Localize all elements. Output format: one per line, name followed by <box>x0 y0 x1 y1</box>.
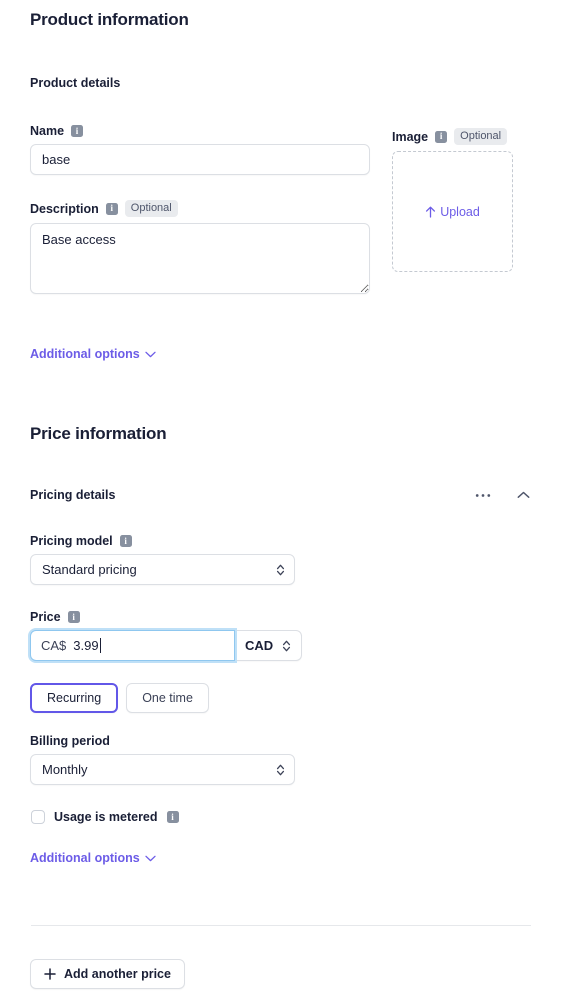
description-label: Description <box>30 201 99 216</box>
image-label-row: Image i Optional <box>392 128 513 146</box>
info-icon[interactable]: i <box>435 130 448 143</box>
image-label: Image <box>392 129 429 144</box>
price-information-heading: Price information <box>30 424 167 444</box>
billing-period-label: Billing period <box>30 734 110 748</box>
upload-label-text: Upload <box>440 204 480 219</box>
billing-period-field-group: Billing period Monthly <box>30 734 295 785</box>
product-additional-options[interactable]: Additional options <box>30 345 156 363</box>
info-icon[interactable]: i <box>105 202 118 215</box>
product-additional-options-label: Additional options <box>30 347 140 361</box>
info-icon[interactable]: i <box>119 535 132 547</box>
optional-badge: Optional <box>124 200 178 218</box>
usage-metered-row: Usage is metered i <box>31 810 179 824</box>
product-price-form: Product information Product details Name… <box>0 0 562 998</box>
more-options-button[interactable] <box>473 491 493 500</box>
usage-metered-label: Usage is metered <box>54 810 158 824</box>
image-field-group: Image i Optional Upload <box>392 128 513 273</box>
info-icon[interactable]: i <box>67 611 80 623</box>
price-field-group: Price i CA$ 3.99 CAD <box>30 610 303 661</box>
pricing-model-select-wrap: Standard pricing <box>30 554 295 585</box>
text-caret <box>99 638 101 653</box>
description-textarea[interactable] <box>30 223 370 295</box>
billing-period-select[interactable]: Monthly <box>30 754 295 785</box>
currency-value: CAD <box>245 638 274 653</box>
image-upload-dropzone[interactable]: Upload <box>392 151 513 273</box>
billing-type-onetime-button[interactable]: One time <box>126 683 209 713</box>
add-another-price-button[interactable]: Add another price <box>30 959 185 989</box>
pricing-details-header: Pricing details <box>30 488 532 502</box>
billing-type-recurring-button[interactable]: Recurring <box>30 683 119 713</box>
chevron-down-icon <box>145 855 156 861</box>
name-label: Name <box>30 124 65 138</box>
optional-badge: Optional <box>454 128 508 146</box>
name-label-row: Name i <box>30 124 370 138</box>
chevron-up-icon <box>517 491 530 498</box>
price-input-row: CA$ 3.99 CAD <box>30 630 303 661</box>
pricing-model-value: Standard pricing <box>42 562 137 577</box>
product-details-subheading: Product details <box>30 76 120 90</box>
description-field-group: Description i Optional <box>30 200 370 295</box>
product-information-heading: Product information <box>30 10 189 30</box>
pricing-model-label-row: Pricing model i <box>30 534 295 548</box>
description-label-row: Description i Optional <box>30 200 370 218</box>
add-another-price-label: Add another price <box>64 967 171 981</box>
pricing-model-field-group: Pricing model i Standard pricing <box>30 534 295 585</box>
price-additional-options[interactable]: Additional options <box>30 849 156 867</box>
billing-period-label-row: Billing period <box>30 734 295 748</box>
price-currency-prefix: CA$ <box>41 638 67 653</box>
product-details-label: Product details <box>30 76 121 90</box>
price-information-title: Price information <box>30 424 167 443</box>
currency-select[interactable]: CAD <box>235 630 303 661</box>
chevron-down-icon <box>145 351 156 357</box>
billing-type-toggle-group: Recurring One time <box>30 683 209 713</box>
billing-period-select-wrap: Monthly <box>30 754 295 785</box>
price-input[interactable]: CA$ 3.99 <box>30 630 235 661</box>
add-price-row: Add another price <box>30 959 185 989</box>
price-value: 3.99 <box>73 638 99 653</box>
name-input[interactable] <box>30 144 370 175</box>
name-field-group: Name i <box>30 124 370 175</box>
ellipsis-icon <box>475 493 491 497</box>
upload-arrow-icon <box>426 206 436 218</box>
pricing-details-label: Pricing details <box>30 488 116 502</box>
collapse-section-button[interactable] <box>515 489 532 501</box>
price-label-row: Price i <box>30 610 302 624</box>
chevron-updown-icon <box>283 640 291 651</box>
usage-metered-checkbox-row: Usage is metered i <box>31 810 179 824</box>
billing-type-options: Recurring One time <box>30 683 209 713</box>
product-additional-options-link[interactable]: Additional options <box>30 347 156 361</box>
upload-button[interactable]: Upload <box>425 205 480 219</box>
page-title: Product information <box>30 10 189 29</box>
pricing-model-select[interactable]: Standard pricing <box>30 554 295 585</box>
usage-metered-checkbox[interactable] <box>31 810 45 824</box>
pricing-model-label: Pricing model <box>30 534 113 548</box>
plus-icon <box>44 968 56 980</box>
section-divider <box>31 925 531 926</box>
price-additional-options-label: Additional options <box>30 851 140 865</box>
pricing-details-actions <box>473 489 532 501</box>
price-label: Price <box>30 610 61 624</box>
info-icon[interactable]: i <box>71 125 84 137</box>
info-icon[interactable]: i <box>166 811 179 823</box>
billing-period-value: Monthly <box>42 762 88 777</box>
price-additional-options-link[interactable]: Additional options <box>30 851 156 865</box>
